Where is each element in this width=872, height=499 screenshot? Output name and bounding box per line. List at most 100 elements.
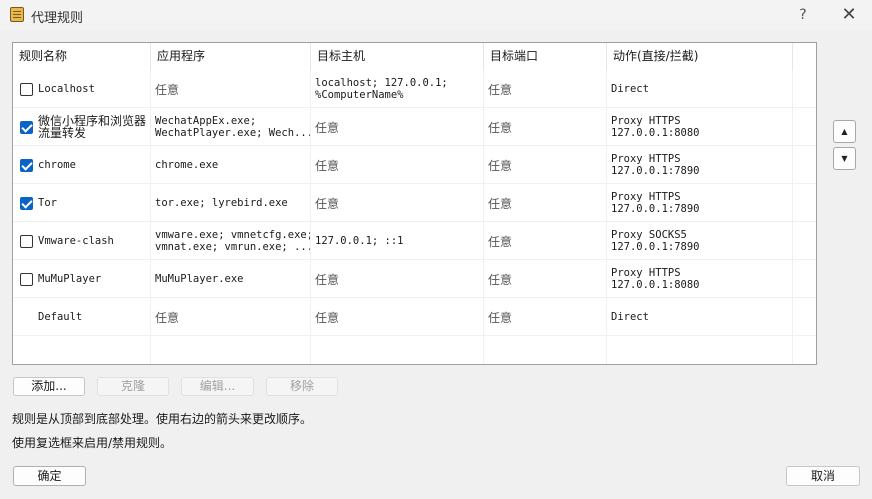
target-ports-cell: 任意 xyxy=(484,298,607,336)
rule-target-ports: 任意 xyxy=(488,310,513,325)
target-ports-cell: 任意 xyxy=(484,108,607,146)
column-header-target-hosts[interactable]: 目标主机 xyxy=(311,43,484,70)
rule-enabled-checkbox[interactable] xyxy=(20,234,33,248)
target-hosts-cell: localhost; 127.0.0.1; %ComputerName% xyxy=(311,70,484,108)
target-hosts-cell: 127.0.0.1; ::1 xyxy=(311,222,484,260)
title-bar: 代理规则 ? ✕ xyxy=(0,0,872,30)
rule-enabled-checkbox[interactable] xyxy=(20,120,33,134)
rule-enabled-checkbox[interactable] xyxy=(20,82,33,96)
rule-enabled-checkbox[interactable] xyxy=(20,196,33,210)
target-ports-cell: 任意 xyxy=(484,222,607,260)
table-row[interactable]: Vmware-clash vmware.exe; vmnetcfg.exe; vm… xyxy=(13,222,816,260)
table-row[interactable]: chrome chrome.exe 任意 任意 Proxy HTTPS 127.0.0.… xyxy=(13,146,816,184)
target-hosts-cell: 任意 xyxy=(311,184,484,222)
extra-cell xyxy=(793,70,816,108)
table-row[interactable]: 微信小程序和浏览器 流量转发 WechatAppEx.exe; WechatPla… xyxy=(13,108,816,146)
column-header-target-ports[interactable]: 目标端口 xyxy=(484,43,607,70)
rule-applications: 任意 xyxy=(155,82,180,97)
action-cell: Proxy HTTPS 127.0.0.1:8080 xyxy=(607,260,793,298)
rule-target-ports: 任意 xyxy=(488,158,513,173)
action-cell: Proxy HTTPS 127.0.0.1:7890 xyxy=(607,146,793,184)
move-up-button[interactable]: ▲ xyxy=(833,120,856,143)
table-row[interactable]: Tor tor.exe; lyrebird.exe 任意 任意 Proxy HTTPS … xyxy=(13,184,816,222)
action-cell: Proxy HTTPS 127.0.0.1:7890 xyxy=(607,184,793,222)
target-ports-cell: 任意 xyxy=(484,70,607,108)
rule-action: Proxy HTTPS 127.0.0.1:8080 xyxy=(611,267,700,291)
rule-name-cell: chrome xyxy=(13,146,151,184)
extra-cell xyxy=(793,108,816,146)
column-header-action[interactable]: 动作(直接/拦截) xyxy=(607,43,793,70)
rule-name: chrome xyxy=(38,159,76,171)
close-button[interactable]: ✕ xyxy=(838,4,860,26)
rule-target-hosts: 任意 xyxy=(315,158,340,173)
column-header-rule-name[interactable]: 规则名称 xyxy=(13,43,151,70)
applications-cell: MuMuPlayer.exe xyxy=(151,260,311,298)
edit-button[interactable]: 编辑... xyxy=(181,377,254,396)
applications-cell: chrome.exe xyxy=(151,146,311,184)
rule-name: 微信小程序和浏览器 流量转发 xyxy=(38,114,147,140)
cancel-button[interactable]: 取消 xyxy=(786,466,860,486)
info-text-order: 规则是从顶部到底部处理。使用右边的箭头来更改顺序。 xyxy=(12,412,313,426)
clone-button[interactable]: 克隆 xyxy=(97,377,169,396)
extra-cell xyxy=(793,298,816,336)
applications-cell: 任意 xyxy=(151,298,311,336)
help-button[interactable]: ? xyxy=(792,4,814,26)
table-row[interactable]: Localhost 任意 localhost; 127.0.0.1; %Comput… xyxy=(13,70,816,108)
extra-cell xyxy=(793,222,816,260)
rule-name: Tor xyxy=(38,197,57,209)
rule-target-hosts: 127.0.0.1; ::1 xyxy=(315,235,404,247)
rule-applications: MuMuPlayer.exe xyxy=(155,273,244,285)
rule-target-hosts: 任意 xyxy=(315,310,340,325)
action-cell: Proxy SOCKS5 127.0.0.1:7890 xyxy=(607,222,793,260)
extra-cell xyxy=(793,146,816,184)
applications-cell: WechatAppEx.exe; WechatPlayer.exe; Wech.… xyxy=(151,108,311,146)
rule-name-cell: Tor xyxy=(13,184,151,222)
rule-enabled-checkbox[interactable] xyxy=(20,158,33,172)
add-button[interactable]: 添加... xyxy=(13,377,85,396)
move-down-button[interactable]: ▼ xyxy=(833,147,856,170)
rule-applications: tor.exe; lyrebird.exe xyxy=(155,197,288,209)
rule-target-ports: 任意 xyxy=(488,196,513,211)
remove-button[interactable]: 移除 xyxy=(266,377,338,396)
applications-cell: tor.exe; lyrebird.exe xyxy=(151,184,311,222)
column-header-applications[interactable]: 应用程序 xyxy=(151,43,311,70)
rule-target-ports: 任意 xyxy=(488,272,513,287)
rule-applications: chrome.exe xyxy=(155,159,219,171)
rule-action: Proxy HTTPS 127.0.0.1:7890 xyxy=(611,153,700,177)
target-hosts-cell: 任意 xyxy=(311,108,484,146)
rule-action: Proxy SOCKS5 127.0.0.1:7890 xyxy=(611,229,700,253)
table-header: 规则名称 应用程序 目标主机 目标端口 动作(直接/拦截) xyxy=(13,43,816,70)
rule-target-ports: 任意 xyxy=(488,234,513,249)
table-row[interactable]: Default 任意 任意 任意 Direct xyxy=(13,298,816,336)
rule-applications: WechatAppEx.exe; WechatPlayer.exe; Wech.… xyxy=(155,115,311,139)
applications-cell: vmware.exe; vmnetcfg.exe; vmnat.exe; vmr… xyxy=(151,222,311,260)
action-cell: Direct xyxy=(607,298,793,336)
rule-name-cell: 微信小程序和浏览器 流量转发 xyxy=(13,108,151,146)
action-cell: Direct xyxy=(607,70,793,108)
rule-target-hosts: 任意 xyxy=(315,120,340,135)
rule-name-cell: Vmware-clash xyxy=(13,222,151,260)
rule-applications: 任意 xyxy=(155,310,180,325)
ok-button[interactable]: 确定 xyxy=(13,466,86,486)
column-header-extra xyxy=(793,43,816,70)
extra-cell xyxy=(793,260,816,298)
window-title: 代理规则 xyxy=(31,11,84,26)
target-hosts-cell: 任意 xyxy=(311,146,484,184)
rule-name: Localhost xyxy=(38,83,95,95)
rule-action: Direct xyxy=(611,83,649,95)
rule-enabled-checkbox[interactable] xyxy=(20,272,33,286)
table-row[interactable]: MuMuPlayer MuMuPlayer.exe 任意 任意 Proxy HTTPS … xyxy=(13,260,816,298)
target-ports-cell: 任意 xyxy=(484,260,607,298)
rules-table[interactable]: 规则名称 应用程序 目标主机 目标端口 动作(直接/拦截) Localhost 任… xyxy=(12,42,817,365)
info-text-checkbox: 使用复选框来启用/禁用规则。 xyxy=(12,436,173,450)
target-ports-cell: 任意 xyxy=(484,146,607,184)
proxifier-app-icon xyxy=(10,7,24,22)
rule-name: MuMuPlayer xyxy=(38,273,102,285)
applications-cell: 任意 xyxy=(151,70,311,108)
target-hosts-cell: 任意 xyxy=(311,260,484,298)
rule-action: Direct xyxy=(611,311,649,323)
rule-action: Proxy HTTPS 127.0.0.1:8080 xyxy=(611,115,700,139)
action-cell: Proxy HTTPS 127.0.0.1:8080 xyxy=(607,108,793,146)
rule-target-hosts: 任意 xyxy=(315,196,340,211)
rule-name: Vmware-clash xyxy=(38,235,114,247)
